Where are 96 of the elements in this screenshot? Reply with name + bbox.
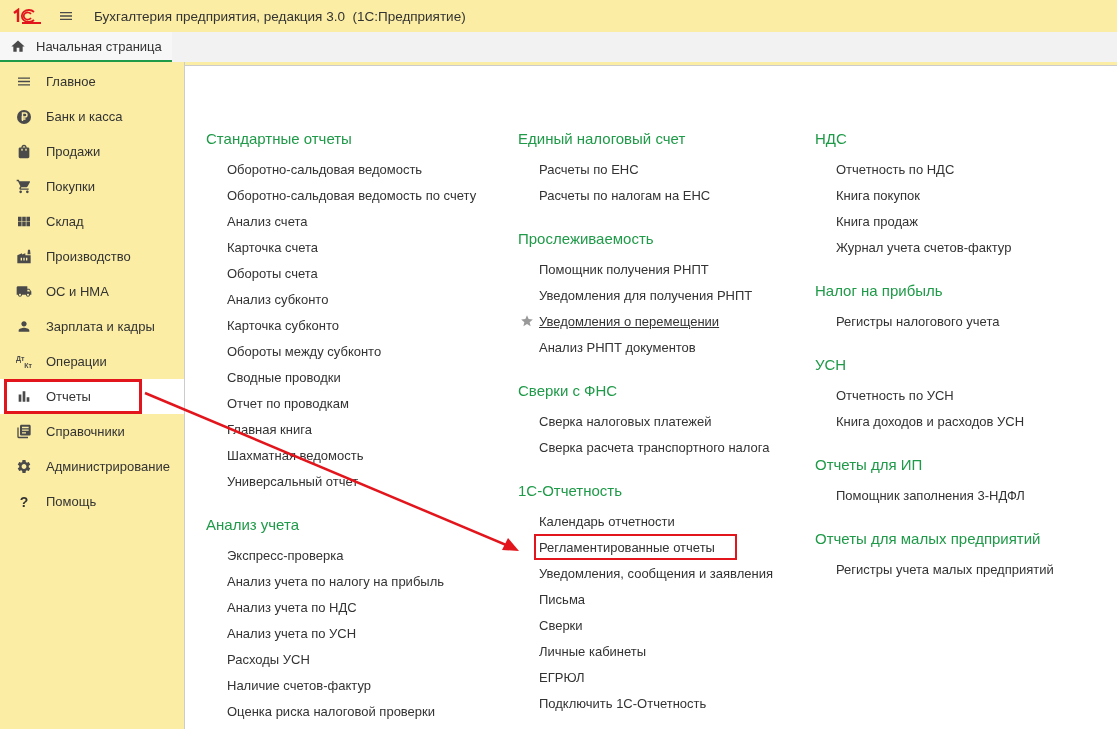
report-link[interactable]: Анализ учета по НДС xyxy=(227,599,357,615)
sidebar-label: Продажи xyxy=(46,144,101,159)
report-link[interactable]: Календарь отчетности xyxy=(539,513,675,529)
home-tab[interactable]: Начальная страница xyxy=(0,32,172,62)
report-link[interactable]: Журнал учета счетов-фактур xyxy=(836,239,1012,255)
report-link[interactable]: Письма xyxy=(539,591,586,607)
sidebar-label: Банк и касса xyxy=(46,109,123,124)
report-link[interactable]: Анализ учета по УСН xyxy=(227,625,357,641)
report-link[interactable]: Сверка расчета транспортного налога xyxy=(539,439,770,455)
sidebar-item[interactable]: Зарплата и кадры xyxy=(0,309,184,344)
section-title: Налог на прибыль xyxy=(815,281,943,301)
sidebar-label: Операции xyxy=(46,354,107,369)
report-link[interactable]: Анализ субконто xyxy=(227,291,329,307)
sidebar-label: Зарплата и кадры xyxy=(46,319,155,334)
report-link[interactable]: Анализ учета по налогу на прибыль xyxy=(227,573,445,589)
sidebar-label: ОС и НМА xyxy=(46,284,109,299)
books-icon xyxy=(16,423,32,440)
sidebar-label: Главное xyxy=(46,74,96,89)
report-link[interactable]: Подключить 1С-Отчетность xyxy=(539,695,707,711)
report-link[interactable]: Анализ счета xyxy=(227,213,308,229)
section-title: Отчеты для ИП xyxy=(815,455,923,475)
report-link[interactable]: Сверки xyxy=(539,617,583,633)
sidebar-item[interactable]: Справочники xyxy=(0,414,184,449)
report-link[interactable]: Анализ РНПТ документов xyxy=(539,339,696,355)
report-link[interactable]: Оборотно-сальдовая ведомость xyxy=(227,161,423,177)
section-title: Отчеты для малых предприятий xyxy=(815,529,1041,549)
logo-icon xyxy=(12,8,42,24)
sidebar-item[interactable]: Банк и касса xyxy=(0,99,184,134)
report-link[interactable]: Расчеты по налогам на ЕНС xyxy=(539,187,711,203)
report-link[interactable]: Оценка риска налоговой проверки xyxy=(227,703,436,719)
sidebar-label: Справочники xyxy=(46,424,125,439)
report-link[interactable]: Регистры налогового учета xyxy=(836,313,1000,329)
report-link[interactable]: Расчеты по ЕНС xyxy=(539,161,639,177)
sidebar-item[interactable]: Производство xyxy=(0,239,184,274)
report-link[interactable]: Отчетность по НДС xyxy=(836,161,955,177)
report-link[interactable]: Книга покупок xyxy=(836,187,920,203)
report-link[interactable]: Регистры учета малых предприятий xyxy=(836,561,1054,577)
section-title: Анализ учета xyxy=(206,515,299,535)
factory-icon xyxy=(16,248,32,265)
sidebar-label: Помощь xyxy=(46,494,97,509)
person-icon xyxy=(16,318,32,335)
star-icon[interactable] xyxy=(520,314,534,328)
report-link[interactable]: Обороты счета xyxy=(227,265,318,281)
cart-icon xyxy=(16,178,32,195)
section-title: Единый налоговый счет xyxy=(518,129,686,149)
section-title: Прослеживаемость xyxy=(518,229,654,249)
settings-icon xyxy=(16,458,32,475)
bag-icon xyxy=(16,143,32,160)
section-title: УСН xyxy=(815,355,847,375)
section-title: Стандартные отчеты xyxy=(206,129,352,149)
sidebar-item[interactable]: ? Помощь xyxy=(0,484,184,519)
sidebar-label: Склад xyxy=(46,214,84,229)
sidebar-item[interactable]: ОС и НМА xyxy=(0,274,184,309)
report-link[interactable]: ЕГРЮЛ xyxy=(539,669,585,685)
question-mark-icon: ? xyxy=(16,493,32,510)
report-link[interactable]: Помощник получения РНПТ xyxy=(539,261,709,277)
report-link[interactable]: Уведомления о перемещении xyxy=(539,313,720,329)
section-title: Сверки с ФНС xyxy=(518,381,618,401)
report-link[interactable]: Обороты между субконто xyxy=(227,343,382,359)
report-link[interactable]: Сводные проводки xyxy=(227,369,341,385)
sidebar-item[interactable]: Отчеты xyxy=(0,379,184,414)
report-link[interactable]: Отчет по проводкам xyxy=(227,395,349,411)
report-link[interactable]: Наличие счетов-фактур xyxy=(227,677,371,693)
report-link[interactable]: Книга продаж xyxy=(836,213,919,229)
bar-chart-icon xyxy=(16,388,32,405)
sidebar-item[interactable]: Покупки xyxy=(0,169,184,204)
report-link[interactable]: Уведомления для получения РНПТ xyxy=(539,287,753,303)
home-icon xyxy=(10,38,26,54)
window-title: Бухгалтерия предприятия, редакция 3.0 (1С:Предприятие) xyxy=(94,8,466,24)
report-link[interactable]: Экспресс-проверка xyxy=(227,547,344,563)
sidebar-label: Администрирование xyxy=(46,459,170,474)
sidebar-label: Покупки xyxy=(46,179,95,194)
sidebar-item[interactable]: Продажи xyxy=(0,134,184,169)
report-link[interactable]: Книга доходов и расходов УСН xyxy=(836,413,1025,429)
sidebar-label: Отчеты xyxy=(46,389,91,404)
section-title: НДС xyxy=(815,129,847,149)
sidebar-label: Производство xyxy=(46,249,131,264)
report-link[interactable]: Оборотно-сальдовая ведомость по счету xyxy=(227,187,477,203)
report-link[interactable]: Карточка счета xyxy=(227,239,319,255)
sidebar-item[interactable]: Склад xyxy=(0,204,184,239)
report-link[interactable]: Регламентированные отчеты xyxy=(539,539,715,555)
ruble-coin-icon xyxy=(16,108,32,125)
report-link[interactable]: Отчетность по УСН xyxy=(836,387,954,403)
truck-icon xyxy=(16,283,32,300)
report-link[interactable]: Сверка налоговых платежей xyxy=(539,413,712,429)
report-link[interactable]: Помощник заполнения 3-НДФЛ xyxy=(836,487,1025,503)
report-link[interactable]: Карточка субконто xyxy=(227,317,339,333)
report-link[interactable]: Расходы УСН xyxy=(227,651,310,667)
section-title: 1С-Отчетность xyxy=(518,481,623,501)
report-link[interactable]: Шахматная ведомость xyxy=(227,447,364,463)
sidebar-item[interactable]: Главное xyxy=(0,64,184,99)
report-link[interactable]: Уведомления, сообщения и заявления xyxy=(539,565,773,581)
report-link[interactable]: Универсальный отчет xyxy=(227,473,359,489)
report-link[interactable]: Личные кабинеты xyxy=(539,643,647,659)
tab-label: Начальная страница xyxy=(36,38,162,54)
sidebar-item[interactable]: Администрирование xyxy=(0,449,184,484)
